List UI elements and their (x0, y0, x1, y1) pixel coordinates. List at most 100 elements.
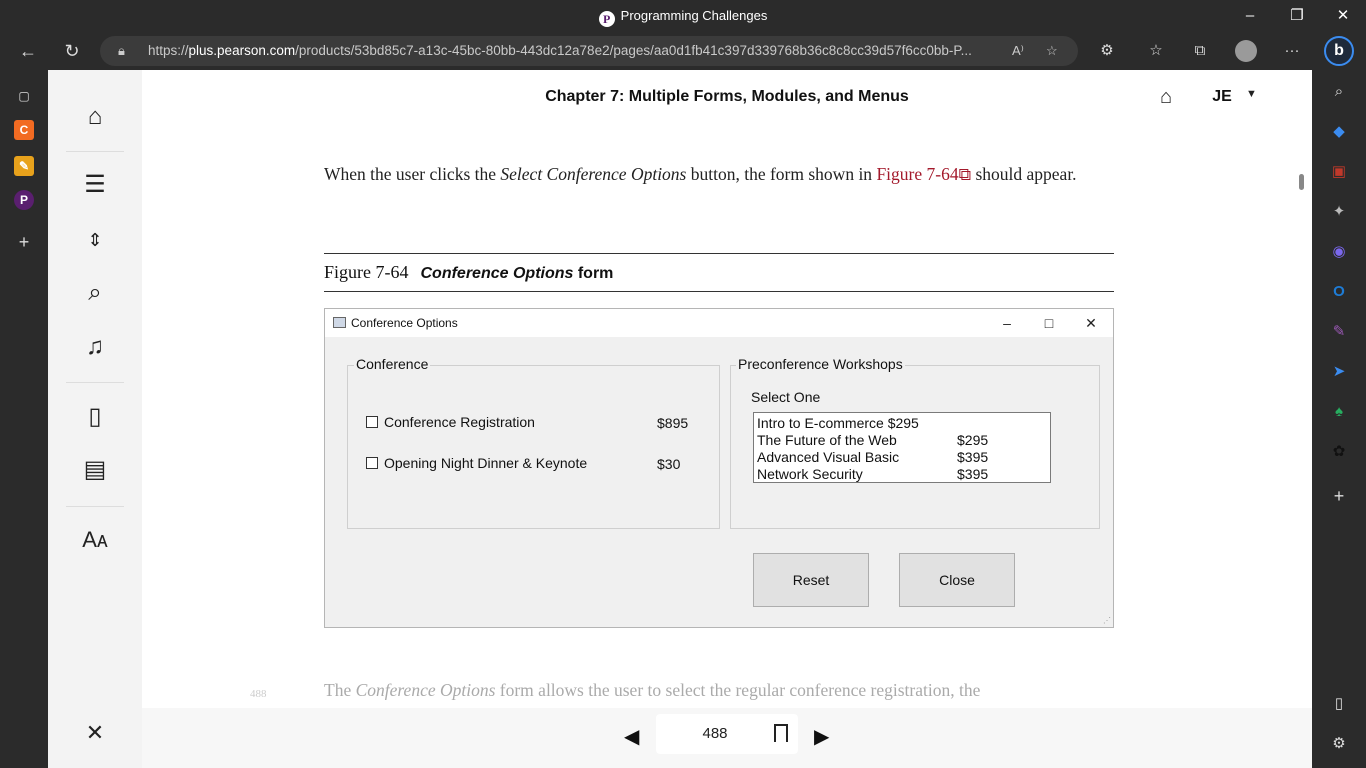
refresh-icon[interactable]: ↻ (58, 38, 86, 64)
settings-more-icon[interactable]: ··· (1280, 40, 1304, 62)
close-reader-icon[interactable]: ✕ (80, 718, 110, 748)
tree-icon[interactable]: ♠ (1329, 402, 1349, 422)
tag-icon[interactable]: ⌂ (1160, 86, 1172, 109)
list-item: The Future of the Web $295 (757, 432, 1047, 449)
conference-groupbox: Conference Conference Registration $895 … (347, 356, 720, 529)
tools-icon[interactable]: ▣ (1329, 162, 1349, 182)
previous-page-icon[interactable]: ◀ (624, 724, 639, 749)
display-settings-icon[interactable]: Aᴀ (80, 525, 110, 555)
tab-pearson-icon[interactable]: P (14, 190, 34, 210)
workshop-price: $295 (957, 432, 989, 448)
workshop-name: Network Security (757, 466, 863, 482)
close-button: Close (899, 553, 1015, 607)
tab-c-icon[interactable]: C (14, 120, 34, 140)
tab-notes-icon[interactable]: ✎ (14, 156, 34, 176)
sidebar-settings-icon[interactable]: ⚙ (1329, 734, 1349, 754)
reader-left-rail: ⌂ ☰ ⇕ ⌕ ♫ ▯ ▤ Aᴀ (48, 70, 142, 768)
figure-caption: Figure 7-64 Conference Options form (324, 262, 613, 283)
copilot-icon[interactable]: ◉ (1329, 242, 1349, 262)
para-text: When the user clicks the (324, 164, 501, 184)
workshop-price: $395 (957, 466, 989, 482)
dialog-titlebar: Conference Options – □ ✕ (325, 309, 1113, 337)
designer-icon[interactable]: ✎ (1329, 322, 1349, 342)
profile-avatar-icon[interactable] (1235, 40, 1257, 62)
figure-label: Figure 7-64 (324, 262, 409, 282)
add-sidebar-app-icon[interactable]: + (1329, 486, 1349, 506)
read-aloud-icon[interactable]: A⁾ (1012, 36, 1024, 66)
drop-icon[interactable]: ✿ (1329, 442, 1349, 462)
bing-chat-icon[interactable]: b (1324, 36, 1354, 66)
audio-headphones-icon[interactable]: ♫ (80, 332, 110, 362)
lock-icon: 🔒︎ (118, 43, 125, 58)
conference-group-label: Conference (354, 356, 431, 372)
bookmark-icon[interactable] (774, 724, 788, 742)
window-title-text: Programming Challenges (620, 8, 768, 23)
table-of-contents-icon[interactable]: ☰ (80, 170, 110, 200)
new-tab-icon[interactable]: + (14, 232, 34, 252)
window-title: P Programming Challenges (0, 8, 1366, 27)
next-paragraph-preview: The Conference Options form allows the u… (324, 680, 980, 701)
workshop-price: $395 (957, 449, 989, 465)
collections-icon[interactable]: ⧉ (1188, 40, 1212, 62)
notebook-icon[interactable]: ▯ (80, 402, 110, 432)
games-icon[interactable]: ✦ (1329, 202, 1349, 222)
home-icon[interactable]: ⌂ (80, 102, 110, 132)
minimize-button[interactable]: – (1239, 6, 1261, 26)
form-icon (333, 317, 346, 328)
search-sidebar-icon[interactable]: ⌕ (1329, 82, 1349, 102)
outlook-icon[interactable]: O (1329, 282, 1349, 302)
workshop-name: Intro to E-commerce $295 (757, 415, 919, 431)
opening-night-price: $30 (657, 456, 681, 472)
browser-toolbar: ← ↻ 🔒︎ https://plus.pearson.com/products… (0, 32, 1366, 70)
workshop-name: The Future of the Web (757, 432, 897, 448)
para-italic-text: Conference Options (355, 680, 496, 700)
dialog-minimize-icon: – (1003, 315, 1011, 331)
list-item: Intro to E-commerce $295 (757, 415, 1047, 432)
checkbox-label: Opening Night Dinner & Keynote (384, 455, 588, 471)
tab-actions-icon[interactable]: ▢ (14, 86, 34, 106)
para-text: form allows the user to select the regul… (495, 680, 981, 700)
url-prefix: https:// (148, 43, 189, 58)
rail-divider (66, 151, 124, 152)
send-icon[interactable]: ➤ (1329, 362, 1349, 382)
back-icon[interactable]: ← (14, 38, 42, 64)
restore-button[interactable]: ❐ (1286, 6, 1308, 26)
figure-subtitle-rest: form (573, 265, 614, 282)
user-menu-button[interactable]: JE (1202, 80, 1242, 114)
address-bar[interactable]: 🔒︎ https://plus.pearson.com/products/53b… (100, 36, 1078, 66)
window-titlebar: P Programming Challenges – ❐ ✕ (0, 0, 1366, 32)
url-path: /products/53bd85c7-a13c-45bc-80bb-443dc1… (295, 43, 972, 58)
chevron-down-icon[interactable]: ▼ (1246, 88, 1257, 100)
favorite-add-icon[interactable]: ☆ (1046, 36, 1058, 66)
browser-tab-sidebar: ▢ C ✎ P + (0, 70, 48, 768)
extensions-icon[interactable]: ⚙ (1095, 40, 1119, 62)
dialog-maximize-icon: □ (1044, 315, 1054, 331)
favorites-icon[interactable]: ☆ (1144, 40, 1168, 62)
para-italic-text: Select Conference Options (500, 164, 687, 184)
scrollbar-thumb[interactable] (1299, 174, 1304, 190)
workshops-group-label: Preconference Workshops (736, 356, 905, 372)
side-page-number: 488 (250, 688, 267, 700)
external-link-icon: ⧉ (958, 164, 972, 184)
next-page-icon[interactable]: ▶ (814, 724, 829, 749)
checkbox-box (366, 416, 378, 428)
close-window-button[interactable]: ✕ (1332, 6, 1354, 26)
shopping-icon[interactable]: ◆ (1329, 122, 1349, 142)
select-one-label: Select One (751, 389, 821, 405)
figure-subtitle-italic: Conference Options (420, 265, 574, 282)
conference-registration-checkbox: Conference Registration (366, 414, 535, 430)
url-host: plus.pearson.com (188, 43, 296, 58)
list-item: Network Security $395 (757, 466, 1047, 483)
rail-divider (66, 382, 124, 383)
para-text: The (324, 680, 356, 700)
split-screen-icon[interactable]: ▯ (1329, 694, 1349, 714)
flashcards-icon[interactable]: ▤ (80, 455, 110, 485)
figure-link[interactable]: Figure 7-64 (876, 164, 958, 184)
conference-options-dialog: Conference Options – □ ✕ Conference Conf… (324, 308, 1114, 628)
figure-rule (324, 291, 1114, 292)
search-icon[interactable]: ⌕ (80, 278, 110, 308)
page-navigation-icon[interactable]: ⇕ (80, 225, 110, 255)
conference-registration-price: $895 (657, 415, 689, 431)
body-paragraph: When the user clicks the Select Conferen… (324, 158, 1124, 190)
figure-rule (324, 253, 1114, 254)
